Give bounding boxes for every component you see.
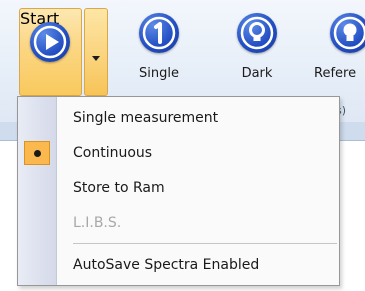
menu-check-highlight <box>24 141 50 165</box>
dark-button-label: Dark <box>241 66 273 81</box>
menu-item-label: L.I.B.S. <box>73 215 122 231</box>
start-button[interactable]: Start <box>19 8 82 96</box>
reference-button-label: Refere <box>314 66 357 81</box>
menu-item-autosave-spectra[interactable]: AutoSave Spectra Enabled <box>18 251 339 281</box>
menu-separator <box>73 243 337 244</box>
menu-item-label: Store to Ram <box>73 180 165 196</box>
number-one-icon <box>139 13 179 53</box>
start-dropdown-button[interactable] <box>84 8 108 96</box>
chevron-down-icon <box>92 56 100 61</box>
lightbulb-icon <box>237 13 277 53</box>
menu-item-continuous[interactable]: Continuous <box>18 139 339 169</box>
lightbulb-icon <box>330 13 365 53</box>
menu-item-libs: L.I.B.S. <box>18 209 339 239</box>
menu-item-single-measurement[interactable]: Single measurement <box>18 104 339 134</box>
start-dropdown-menu: Single measurement Continuous Store to R… <box>17 96 340 286</box>
single-button-label: Single <box>139 66 179 81</box>
menu-item-store-to-ram[interactable]: Store to Ram <box>18 174 339 204</box>
menu-item-label: AutoSave Spectra Enabled <box>73 257 260 273</box>
menu-item-label: Continuous <box>73 145 153 161</box>
play-icon <box>30 22 70 62</box>
radio-dot-icon <box>34 150 41 157</box>
menu-item-label: Single measurement <box>73 110 219 126</box>
